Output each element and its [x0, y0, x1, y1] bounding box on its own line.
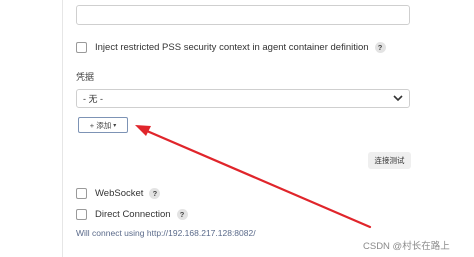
watermark: CSDN @村长在路上	[363, 241, 450, 252]
annotation-arrow	[135, 125, 372, 229]
